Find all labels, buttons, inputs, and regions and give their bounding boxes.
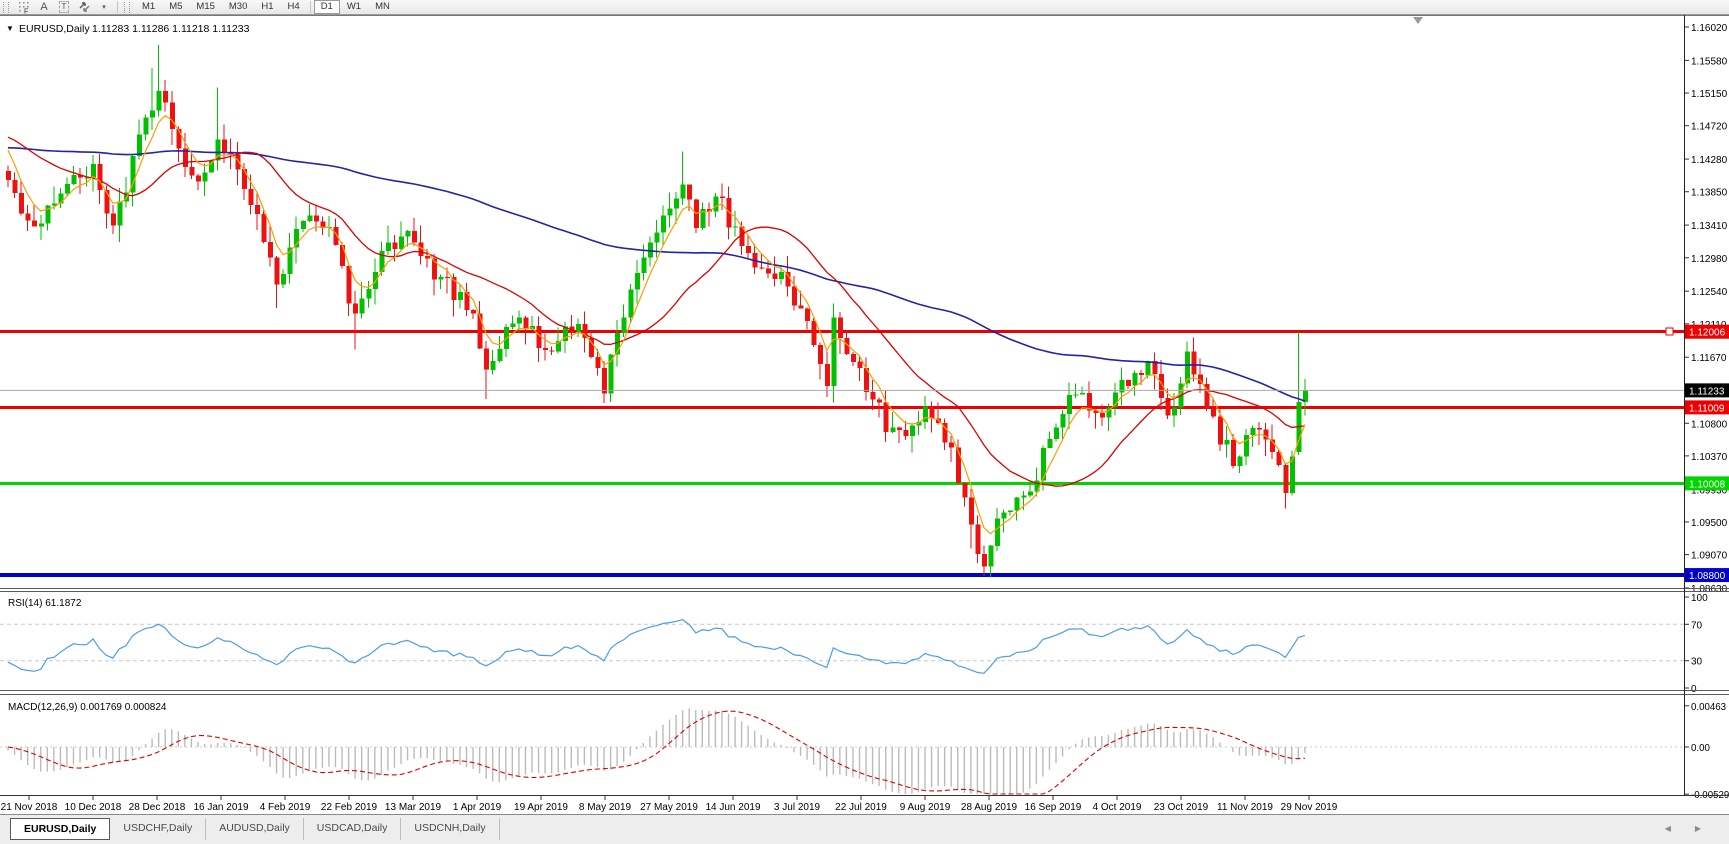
top-toolbar: F A T ▾ M1 M5 M15 M30 H1 H4 D1 W1 MN: [0, 0, 1729, 15]
letter-a-icon: A: [40, 0, 48, 13]
chart-tabs: EURUSD,Daily USDCHF,Daily AUDUSD,Daily USDC…: [10, 815, 1729, 840]
price-tick-label: 1.12980: [1691, 254, 1728, 265]
date-tick-label: 28 Aug 2019: [961, 802, 1018, 813]
hline-1.10008-badge-label: 1.10008: [1689, 479, 1726, 490]
mt4-window: F A T ▾ M1 M5 M15 M30 H1 H4 D1 W1 MN 100 70 30 0 0.0…: [0, 0, 1729, 844]
rsi-tick-label: 70: [1691, 620, 1703, 631]
price-tick-label: 1.13410: [1691, 221, 1728, 232]
date-tick-label: 23 Oct 2019: [1154, 802, 1209, 813]
toolbar-grip[interactable]: [3, 1, 9, 13]
timeframe-button-w1[interactable]: W1: [340, 0, 368, 14]
price-tick-label: 1.15580: [1691, 56, 1728, 67]
chart-canvas: 100703000.004630.00-0.0052991.160201.155…: [0, 15, 1729, 814]
caret-down-icon: ▾: [102, 4, 106, 11]
price-tick-label: 1.14720: [1691, 122, 1728, 133]
price-tick-label: 1.14280: [1691, 155, 1728, 166]
arrow-objects-tool[interactable]: [74, 0, 94, 14]
arrows-icon: [79, 2, 89, 12]
date-tick-label: 9 Aug 2019: [900, 802, 951, 813]
macd-tick-label: 0.00463: [1691, 702, 1726, 713]
date-tick-label: 22 Feb 2019: [321, 802, 378, 813]
toolbar-grip-2[interactable]: [124, 1, 130, 13]
boxed-t-icon: T: [58, 1, 70, 13]
rsi-label: RSI(14) 61.1872: [8, 598, 82, 609]
svg-text:F: F: [24, 8, 28, 14]
timeframe-button-h4[interactable]: H4: [281, 0, 307, 14]
date-tick-label: 4 Oct 2019: [1093, 802, 1142, 813]
price-tick-label: 1.08630: [1691, 584, 1728, 595]
rsi-tick-label: 30: [1691, 657, 1703, 668]
fibo-grid-tool[interactable]: F: [14, 0, 34, 14]
arrow-tools-dropdown[interactable]: ▾: [94, 0, 114, 14]
timeframe-button-m30[interactable]: M30: [222, 0, 254, 14]
text-label-tool[interactable]: A: [34, 0, 54, 14]
timeframe-button-mn[interactable]: MN: [368, 0, 397, 14]
date-tick-label: 14 Jun 2019: [705, 802, 760, 813]
price-tick-label: 1.09500: [1691, 518, 1728, 529]
price-tick-label: 1.13850: [1691, 188, 1728, 199]
price-tick-label: 1.09070: [1691, 551, 1728, 562]
toolbar-separator: [117, 1, 118, 13]
chart-tab-usdcad[interactable]: USDCAD,Daily: [304, 818, 402, 840]
date-tick-label: 29 Nov 2019: [1281, 802, 1338, 813]
current-price-badge-label: 1.11233: [1689, 386, 1725, 397]
price-tick-label: 1.15150: [1691, 89, 1728, 100]
timeframe-button-d1[interactable]: D1: [313, 0, 340, 14]
date-tick-label: 28 Dec 2018: [129, 802, 186, 813]
date-tick-label: 13 Mar 2019: [385, 802, 442, 813]
date-tick-label: 10 Dec 2018: [65, 802, 122, 813]
chart-tab-eurusd[interactable]: EURUSD,Daily: [10, 818, 111, 840]
hline-1.12006-badge-label: 1.12006: [1689, 328, 1726, 339]
date-tick-label: 11 Nov 2019: [1217, 802, 1273, 813]
timeframe-button-h1[interactable]: H1: [254, 0, 280, 14]
chart-tab-audusd[interactable]: AUDUSD,Daily: [206, 818, 304, 840]
chart-tab-bar: EURUSD,Daily USDCHF,Daily AUDUSD,Daily USDC…: [0, 814, 1729, 844]
date-tick-label: 27 May 2019: [640, 802, 698, 813]
timeframe-button-m15[interactable]: M15: [189, 0, 221, 14]
chart-symbol-title: EURUSD,Daily: [19, 23, 90, 35]
text-tool[interactable]: T: [54, 0, 74, 14]
price-tick-label: 1.12540: [1691, 287, 1728, 298]
timeframe-button-m1[interactable]: M1: [135, 0, 162, 14]
date-tick-label: 21 Nov 2018: [1, 802, 58, 813]
date-tick-label: 3 Jul 2019: [774, 802, 821, 813]
rsi-tick-label: 0: [1691, 684, 1697, 695]
price-tick-label: 1.11670: [1691, 353, 1727, 364]
date-tick-label: 22 Jul 2019: [835, 802, 887, 813]
date-tick-label: 1 Apr 2019: [453, 802, 502, 813]
date-tick-label: 4 Feb 2019: [260, 802, 311, 813]
tab-scroll-controls: ◀ ▶: [1665, 824, 1701, 833]
chart-ohlc-values: 1.11283 1.11286 1.11218 1.11233: [92, 23, 250, 35]
date-tick-label: 8 May 2019: [579, 802, 632, 813]
hline-1.08800-badge-label: 1.08800: [1689, 571, 1726, 582]
date-tick-label: 19 Apr 2019: [514, 802, 568, 813]
tabs-scroll-right-icon[interactable]: ▶: [1695, 824, 1701, 833]
date-tick-label: 16 Sep 2019: [1025, 802, 1082, 813]
macd-tick-label: 0.00: [1691, 743, 1710, 754]
price-tick-label: 1.10370: [1691, 452, 1728, 463]
chart-tab-usdcnh[interactable]: USDCNH,Daily: [401, 818, 500, 840]
macd-label: MACD(12,26,9) 0.001769 0.000824: [8, 702, 167, 713]
hline-1.11009-badge-label: 1.11009: [1689, 403, 1725, 414]
hline-handle[interactable]: [1665, 327, 1674, 336]
date-tick-label: 16 Jan 2019: [193, 802, 248, 813]
price-tick-label: 1.16020: [1691, 23, 1728, 34]
grid-f-icon: F: [18, 1, 28, 14]
symbol-dropdown-icon[interactable]: ▼: [6, 24, 14, 33]
chart-tab-usdchf[interactable]: USDCHF,Daily: [110, 818, 207, 840]
price-tick-label: 1.10800: [1691, 419, 1728, 430]
timeframe-toolbar: M1 M5 M15 M30 H1 H4 D1 W1 MN: [135, 0, 397, 15]
tabs-scroll-left-icon[interactable]: ◀: [1665, 824, 1671, 833]
timeframe-button-m5[interactable]: M5: [162, 0, 189, 14]
